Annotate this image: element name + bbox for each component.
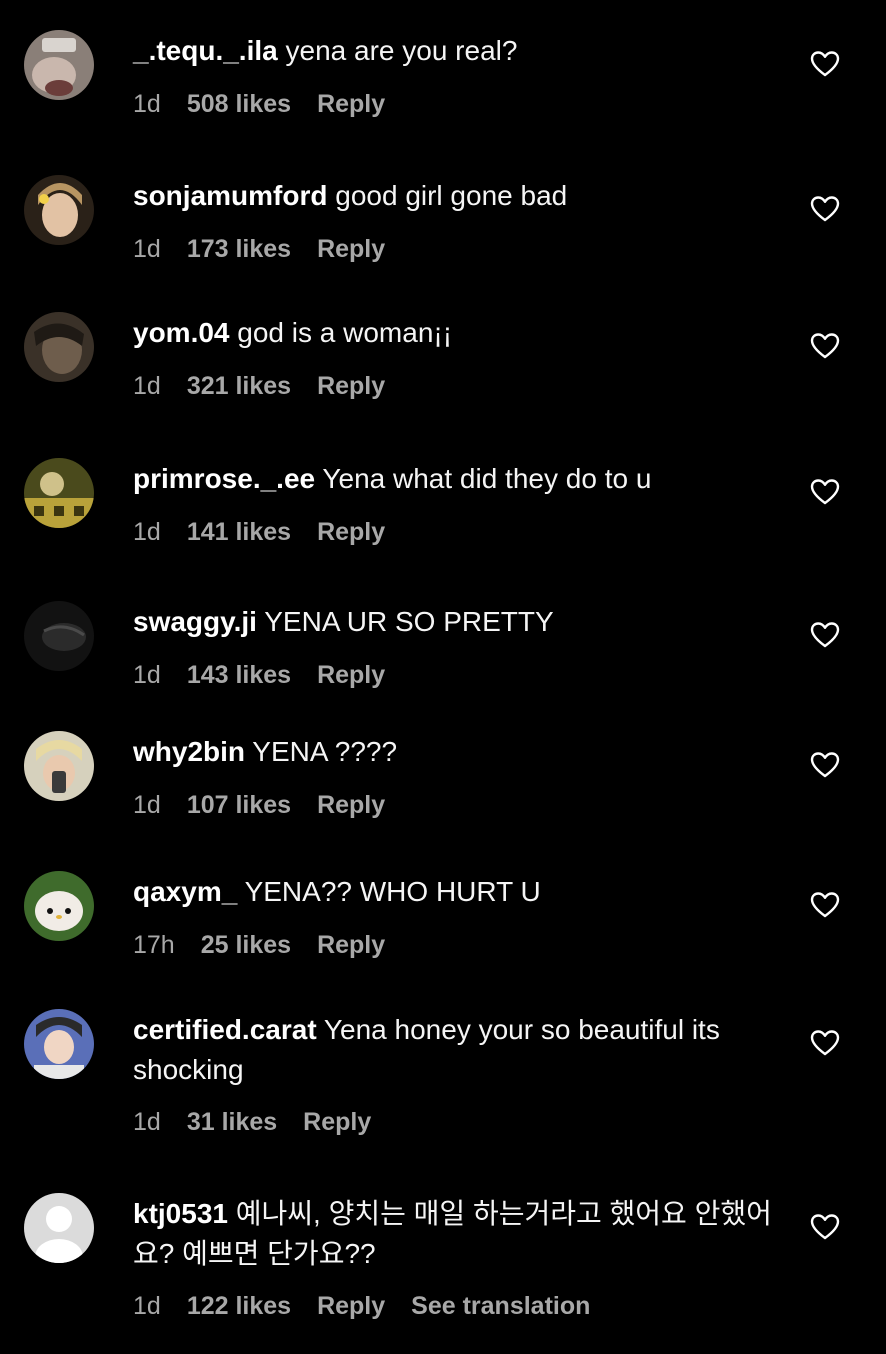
- avatar[interactable]: [24, 30, 94, 100]
- comment-meta: 1d 31 likes Reply: [133, 1107, 397, 1137]
- avatar[interactable]: [24, 871, 94, 941]
- comment-username[interactable]: yom.04: [133, 317, 230, 348]
- comment-username[interactable]: qaxym_: [133, 876, 237, 907]
- comment-body: YENA UR SO PRETTY: [264, 606, 554, 637]
- comment-body: yena are you real?: [285, 35, 518, 66]
- comment-meta: 1d 141 likes Reply: [133, 517, 411, 547]
- avatar[interactable]: [24, 1009, 94, 1079]
- comment-body: 예나씨, 양치는 매일 하는거라고 했어요 안했어요? 예쁘면 단가요??: [133, 1198, 772, 1269]
- reply-button[interactable]: Reply: [317, 89, 385, 119]
- comment-time: 1d: [133, 791, 161, 819]
- heart-outline-icon[interactable]: [810, 195, 840, 223]
- comment-time: 1d: [133, 518, 161, 546]
- comment-likes[interactable]: 25 likes: [201, 930, 291, 960]
- reply-button[interactable]: Reply: [317, 234, 385, 264]
- comment-body: YENA ????: [252, 736, 398, 767]
- comment-body: YENA?? WHO HURT U: [244, 876, 541, 907]
- comment-likes[interactable]: 141 likes: [187, 517, 291, 547]
- heart-outline-icon[interactable]: [810, 621, 840, 649]
- comment-likes[interactable]: 143 likes: [187, 660, 291, 690]
- comment-meta: 1d 143 likes Reply: [133, 660, 411, 690]
- comment-text-block: ktj0531 예나씨, 양치는 매일 하는거라고 했어요 안했어요? 예쁘면 …: [133, 1194, 783, 1274]
- comment-time: 17h: [133, 931, 175, 959]
- avatar[interactable]: [24, 601, 94, 671]
- avatar[interactable]: [24, 458, 94, 528]
- heart-outline-icon[interactable]: [810, 332, 840, 360]
- comment-time: 1d: [133, 1292, 161, 1320]
- comment-meta: 17h 25 likes Reply: [133, 930, 411, 960]
- reply-button[interactable]: Reply: [317, 660, 385, 690]
- comment-meta: 1d 173 likes Reply: [133, 234, 411, 264]
- comment-likes[interactable]: 508 likes: [187, 89, 291, 119]
- comment-text-block: why2bin YENA ????: [133, 732, 783, 772]
- reply-button[interactable]: Reply: [303, 1107, 371, 1137]
- comment-time: 1d: [133, 661, 161, 689]
- comment-meta: 1d 122 likes Reply See translation: [133, 1291, 590, 1321]
- comment-time: 1d: [133, 235, 161, 263]
- reply-button[interactable]: Reply: [317, 930, 385, 960]
- comment-text-block: swaggy.ji YENA UR SO PRETTY: [133, 602, 783, 642]
- reply-button[interactable]: Reply: [317, 371, 385, 401]
- heart-outline-icon[interactable]: [810, 751, 840, 779]
- default-profile-icon[interactable]: [24, 1193, 94, 1263]
- comment-likes[interactable]: 31 likes: [187, 1107, 277, 1137]
- comment-time: 1d: [133, 372, 161, 400]
- comment-meta: 1d 321 likes Reply: [133, 371, 411, 401]
- heart-outline-icon[interactable]: [810, 478, 840, 506]
- see-translation-button[interactable]: See translation: [411, 1291, 590, 1321]
- reply-button[interactable]: Reply: [317, 1291, 385, 1321]
- comment-username[interactable]: ktj0531: [133, 1198, 228, 1229]
- comment-username[interactable]: why2bin: [133, 736, 245, 767]
- heart-outline-icon[interactable]: [810, 1213, 840, 1241]
- comment-likes[interactable]: 173 likes: [187, 234, 291, 264]
- heart-outline-icon[interactable]: [810, 1029, 840, 1057]
- reply-button[interactable]: Reply: [317, 517, 385, 547]
- avatar[interactable]: [24, 312, 94, 382]
- comment-username[interactable]: sonjamumford: [133, 180, 327, 211]
- comment-text-block: yom.04 god is a woman¡¡: [133, 313, 783, 353]
- comment-time: 1d: [133, 1108, 161, 1136]
- comment-likes[interactable]: 122 likes: [187, 1291, 291, 1321]
- avatar[interactable]: [24, 731, 94, 801]
- comment-text-block: certified.carat Yena honey your so beaut…: [133, 1010, 783, 1090]
- comment-username[interactable]: primrose._.ee: [133, 463, 315, 494]
- comment-meta: 1d 107 likes Reply: [133, 790, 411, 820]
- comment-body: god is a woman¡¡: [237, 317, 453, 348]
- comment-body: Yena what did they do to u: [322, 463, 652, 494]
- heart-outline-icon[interactable]: [810, 891, 840, 919]
- comment-likes[interactable]: 107 likes: [187, 790, 291, 820]
- comment-username[interactable]: swaggy.ji: [133, 606, 257, 637]
- comment-likes[interactable]: 321 likes: [187, 371, 291, 401]
- comment-text-block: primrose._.ee Yena what did they do to u: [133, 459, 783, 499]
- comment-text-block: _.tequ._.ila yena are you real?: [133, 31, 783, 71]
- comment-meta: 1d 508 likes Reply: [133, 89, 411, 119]
- comment-text-block: qaxym_ YENA?? WHO HURT U: [133, 872, 783, 912]
- comment-body: good girl gone bad: [335, 180, 568, 211]
- avatar[interactable]: [24, 175, 94, 245]
- comment-username[interactable]: _.tequ._.ila: [133, 35, 278, 66]
- reply-button[interactable]: Reply: [317, 790, 385, 820]
- comment-username[interactable]: certified.carat: [133, 1014, 317, 1045]
- heart-outline-icon[interactable]: [810, 50, 840, 78]
- comment-time: 1d: [133, 90, 161, 118]
- comment-text-block: sonjamumford good girl gone bad: [133, 176, 783, 216]
